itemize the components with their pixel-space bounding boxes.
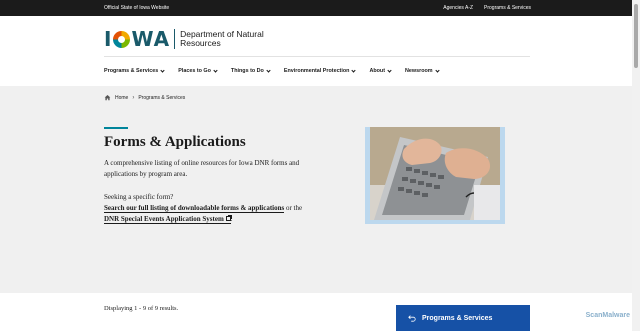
- chevron-down-icon: [213, 67, 218, 73]
- forms-listing-link[interactable]: Search our full listing of downloadable …: [104, 204, 285, 213]
- hero-image: [370, 127, 500, 220]
- title-accent-line: [104, 127, 128, 129]
- page-scrollbar[interactable]: [632, 0, 640, 331]
- chevron-down-icon: [351, 67, 357, 73]
- agencies-link[interactable]: Agencies A-Z: [443, 5, 473, 11]
- logo-o-icon: [113, 30, 131, 48]
- breadcrumb-current: Programs & Services: [138, 94, 186, 101]
- hero-image-frame: [365, 127, 505, 224]
- programs-services-link[interactable]: Programs & Services: [484, 5, 531, 11]
- intro-text: A comprehensive listing of online resour…: [104, 159, 300, 178]
- programs-services-filter-button[interactable]: Programs & Services: [396, 305, 530, 331]
- breadcrumb: Home › Programs & Services: [104, 94, 185, 101]
- special-events-label: DNR Special Events Application System: [104, 215, 224, 223]
- breadcrumb-separator: ›: [132, 94, 135, 101]
- programs-services-button-label: Programs & Services: [422, 314, 493, 322]
- nav-environmental-protection[interactable]: Environmental Protection: [283, 67, 357, 74]
- site-header: I WA Department of Natural Resources Pro…: [0, 16, 640, 86]
- chevron-down-icon: [160, 67, 165, 73]
- special-events-link[interactable]: DNR Special Events Application System: [104, 215, 232, 224]
- nav-label: Programs & Services: [104, 68, 159, 74]
- utility-links: Agencies A-Z Programs & Services: [443, 5, 531, 11]
- external-link-icon: [225, 215, 232, 221]
- nav-label: Things to Do: [230, 68, 264, 74]
- nav-about[interactable]: About: [369, 67, 392, 74]
- hero-section: Home › Programs & Services Forms & Appli…: [0, 86, 632, 293]
- nav-label: Environmental Protection: [283, 68, 350, 74]
- undo-icon: [408, 315, 416, 322]
- results-count: Displaying 1 - 9 of 9 results.: [104, 305, 179, 312]
- nav-label: Places to Go: [178, 68, 211, 74]
- nav-label: About: [369, 68, 386, 74]
- iowa-wordmark: I WA: [104, 27, 170, 51]
- scanmalware-watermark: ScanMalware: [585, 312, 630, 319]
- logo-letters-wa: WA: [131, 27, 171, 51]
- nav-places-to-go[interactable]: Places to Go: [178, 67, 218, 74]
- seek-prefix: Seeking a specific form?: [104, 193, 174, 201]
- official-site-text: Official State of Iowa Website: [104, 5, 170, 11]
- seek-paragraph: Seeking a specific form? Search our full…: [104, 192, 344, 225]
- department-line-2: Resources: [180, 38, 221, 48]
- iowa-dnr-logo[interactable]: I WA Department of Natural Resources: [104, 27, 264, 51]
- breadcrumb-home[interactable]: Home: [115, 95, 128, 101]
- header-divider: [104, 56, 530, 57]
- scrollbar-thumb[interactable]: [634, 4, 638, 68]
- laptop-hands-illustration: [370, 127, 500, 220]
- official-site-bar: Official State of Iowa Website Agencies …: [0, 0, 640, 16]
- nav-label: Newsroom: [405, 68, 433, 74]
- chevron-down-icon: [266, 67, 271, 73]
- logo-divider: [174, 29, 176, 49]
- nav-things-to-do[interactable]: Things to Do: [230, 67, 271, 74]
- chevron-down-icon: [387, 67, 392, 73]
- main-nav: Programs & Services Places to Go Things …: [104, 67, 440, 74]
- page-title: Forms & Applications: [104, 134, 246, 150]
- link-connector: or the: [284, 204, 303, 212]
- department-name: Department of Natural Resources: [180, 30, 264, 48]
- home-icon: [104, 95, 111, 101]
- chevron-down-icon: [434, 67, 440, 73]
- nav-newsroom[interactable]: Newsroom: [405, 67, 440, 74]
- logo-letter-i: I: [104, 27, 113, 51]
- nav-programs-services[interactable]: Programs & Services: [104, 67, 165, 74]
